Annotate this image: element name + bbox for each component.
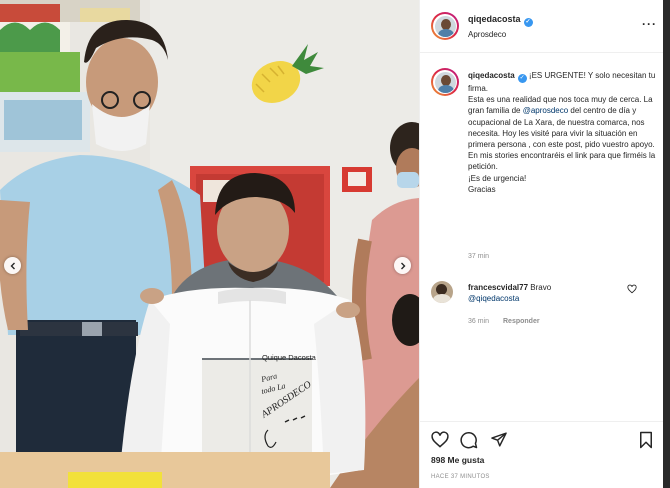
chevron-right-icon	[400, 262, 405, 269]
likes-count[interactable]: 898 Me gusta	[431, 455, 484, 465]
comment-text: Bravo	[530, 283, 552, 292]
more-dots-icon[interactable]: ···	[642, 17, 657, 31]
comments-area: qiqedacosta ✓ ¡ES URGENTE! Y solo necesit…	[420, 54, 669, 419]
action-bar	[420, 421, 669, 451]
caption-line3: ¡Es de urgencia!	[468, 173, 527, 183]
post-photo: Quique Dacosta Para todo La APROSDECO	[0, 0, 419, 488]
heart-icon[interactable]	[431, 431, 449, 448]
photo-scene: Quique Dacosta Para todo La APROSDECO	[0, 0, 419, 488]
comment-timestamp[interactable]: 36 min	[468, 318, 489, 325]
caption-mention-link[interactable]: @aprosdeco	[523, 106, 568, 115]
caption-timestamp[interactable]: 37 min	[468, 253, 489, 260]
caption-line4: Gracias	[468, 184, 496, 194]
comment: francescvidal77 Bravo @qiqedacosta	[468, 282, 648, 304]
paper-plane-icon[interactable]	[490, 431, 508, 448]
caption-line2: del centro de día y ocupacional de La Xa…	[468, 106, 656, 172]
comment-icon[interactable]	[460, 431, 478, 449]
verified-badge-icon: ✓	[523, 18, 533, 27]
commenter-avatar[interactable]	[431, 281, 453, 303]
caption-author-avatar[interactable]	[431, 68, 459, 96]
comment-username[interactable]: francescvidal77	[468, 283, 528, 292]
author-avatar[interactable]	[431, 12, 459, 40]
post-modal: Quique Dacosta Para todo La APROSDECO qi…	[0, 0, 670, 488]
chevron-left-icon	[10, 262, 15, 269]
post-location[interactable]: Aprosdeco	[468, 30, 506, 39]
jacket-brand-text: Quique Dacosta	[262, 353, 317, 362]
comment-like-heart-icon[interactable]	[627, 284, 637, 294]
post-caption: qiqedacosta ✓ ¡ES URGENTE! Y solo necesit…	[468, 70, 664, 195]
reply-button[interactable]: Responder	[503, 318, 540, 325]
post-header: qiqedacosta ✓ Aprosdeco ···	[420, 0, 669, 53]
backdrop-strip	[663, 0, 670, 488]
caption-username[interactable]: qiqedacosta	[468, 71, 515, 80]
post-side-panel: qiqedacosta ✓ Aprosdeco ··· qiqedacosta ✓ …	[419, 0, 669, 488]
post-timestamp: HACE 37 MINUTOS	[431, 474, 490, 480]
next-photo-button[interactable]	[394, 257, 411, 274]
bookmark-icon[interactable]	[638, 431, 654, 449]
previous-photo-button[interactable]	[4, 257, 21, 274]
author-username[interactable]: qiqedacosta	[468, 14, 521, 24]
caption-verified-badge-icon: ✓	[517, 74, 527, 83]
comment-mention-link[interactable]: @qiqedacosta	[468, 294, 519, 303]
author-username-row[interactable]: qiqedacosta ✓	[468, 14, 533, 27]
